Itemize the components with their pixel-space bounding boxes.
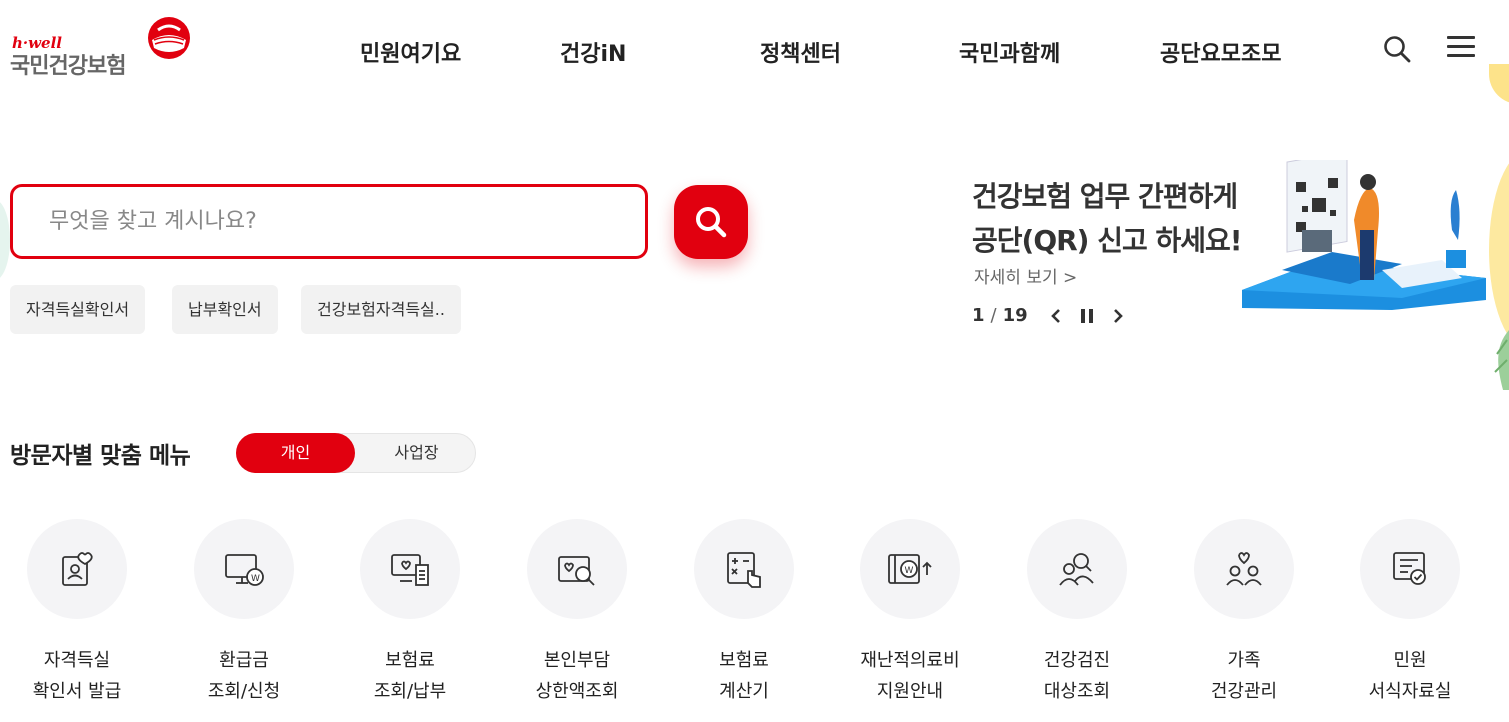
pager-separator: / bbox=[990, 305, 997, 326]
monitor-receipt-icon bbox=[391, 554, 429, 586]
banner-pager: 1 / 19 bbox=[972, 305, 1124, 326]
nav-item-with-people[interactable]: 국민과함께 bbox=[959, 36, 1060, 68]
promo-banner: 건강보험 업무 간편하게 공단(QR) 신고 하세요! 자세히 보기 > 1 /… bbox=[972, 160, 1492, 345]
menu-icon[interactable] bbox=[1447, 36, 1475, 62]
visitor-menu-title: 방문자별 맞춤 메뉴 bbox=[10, 443, 191, 469]
banner-title: 건강보험 업무 간편하게 공단(QR) 신고 하세요! bbox=[972, 180, 1243, 257]
keyword-chip[interactable]: 건강보험자격득실.. bbox=[301, 285, 461, 334]
service-forms-library[interactable]: 민원 서식자료실 bbox=[1340, 519, 1480, 707]
service-family-health[interactable]: 가족 건강관리 bbox=[1174, 519, 1314, 707]
leaf-decoration bbox=[1494, 330, 1509, 390]
service-copay-limit[interactable]: 본인부담 상한액조회 bbox=[507, 519, 647, 707]
chevron-left-icon[interactable] bbox=[1050, 307, 1062, 325]
pager-current: 1 bbox=[972, 305, 985, 326]
tab-personal[interactable]: 개인 bbox=[236, 433, 355, 473]
main-navigation: 민원여기요 건강iN 정책센터 국민과함께 공단요모조모 bbox=[0, 36, 1509, 68]
family-heart-icon bbox=[1226, 552, 1262, 586]
people-search-icon bbox=[1059, 553, 1094, 586]
document-check-icon bbox=[1393, 552, 1426, 585]
banner-more-link[interactable]: 자세히 보기 > bbox=[974, 263, 1077, 288]
calculator-icon bbox=[727, 552, 761, 588]
service-qualification-certificate[interactable]: 자격득실 확인서 발급 bbox=[7, 519, 147, 707]
nav-item-civil-service[interactable]: 민원여기요 bbox=[360, 36, 461, 68]
keyword-chip[interactable]: 납부확인서 bbox=[172, 285, 278, 334]
decorative-shape bbox=[0, 200, 10, 280]
search-input[interactable] bbox=[13, 187, 645, 256]
visitor-type-toggle: 개인 사업장 bbox=[236, 433, 476, 473]
nav-item-health-in[interactable]: 건강iN bbox=[560, 36, 626, 68]
service-health-checkup[interactable]: 건강검진 대상조회 bbox=[1007, 519, 1147, 707]
banner-illustration bbox=[1242, 160, 1486, 310]
decorative-shape bbox=[1489, 150, 1509, 350]
service-catastrophic-medical-support[interactable]: W 재난적의료비 지원안내 bbox=[840, 519, 980, 707]
search-button[interactable] bbox=[674, 185, 748, 259]
chevron-right-icon[interactable] bbox=[1112, 307, 1124, 325]
wallet-won-icon: W bbox=[888, 554, 932, 584]
search-icon bbox=[696, 207, 727, 238]
tab-business[interactable]: 사업장 bbox=[357, 433, 476, 473]
decorative-shape bbox=[1489, 64, 1509, 104]
nav-item-about[interactable]: 공단요모조모 bbox=[1160, 36, 1281, 68]
pager-total: 19 bbox=[1002, 305, 1028, 326]
svg-text:W: W bbox=[251, 574, 260, 584]
pause-icon[interactable] bbox=[1080, 307, 1094, 325]
service-premium-payment[interactable]: 보험료 조회/납부 bbox=[340, 519, 480, 707]
nav-item-policy-center[interactable]: 정책센터 bbox=[760, 36, 841, 68]
keyword-chip[interactable]: 자격득실확인서 bbox=[10, 285, 146, 334]
search-field bbox=[10, 184, 648, 259]
monitor-won-icon: W bbox=[225, 554, 264, 586]
search-icon[interactable] bbox=[1382, 34, 1412, 64]
service-refund-inquiry[interactable]: W 환급금 조회/신청 bbox=[174, 519, 314, 707]
service-premium-calculator[interactable]: 보험료 계산기 bbox=[674, 519, 814, 707]
id-card-heart-icon bbox=[62, 552, 93, 586]
svg-text:W: W bbox=[905, 566, 914, 576]
card-search-icon bbox=[558, 556, 595, 586]
